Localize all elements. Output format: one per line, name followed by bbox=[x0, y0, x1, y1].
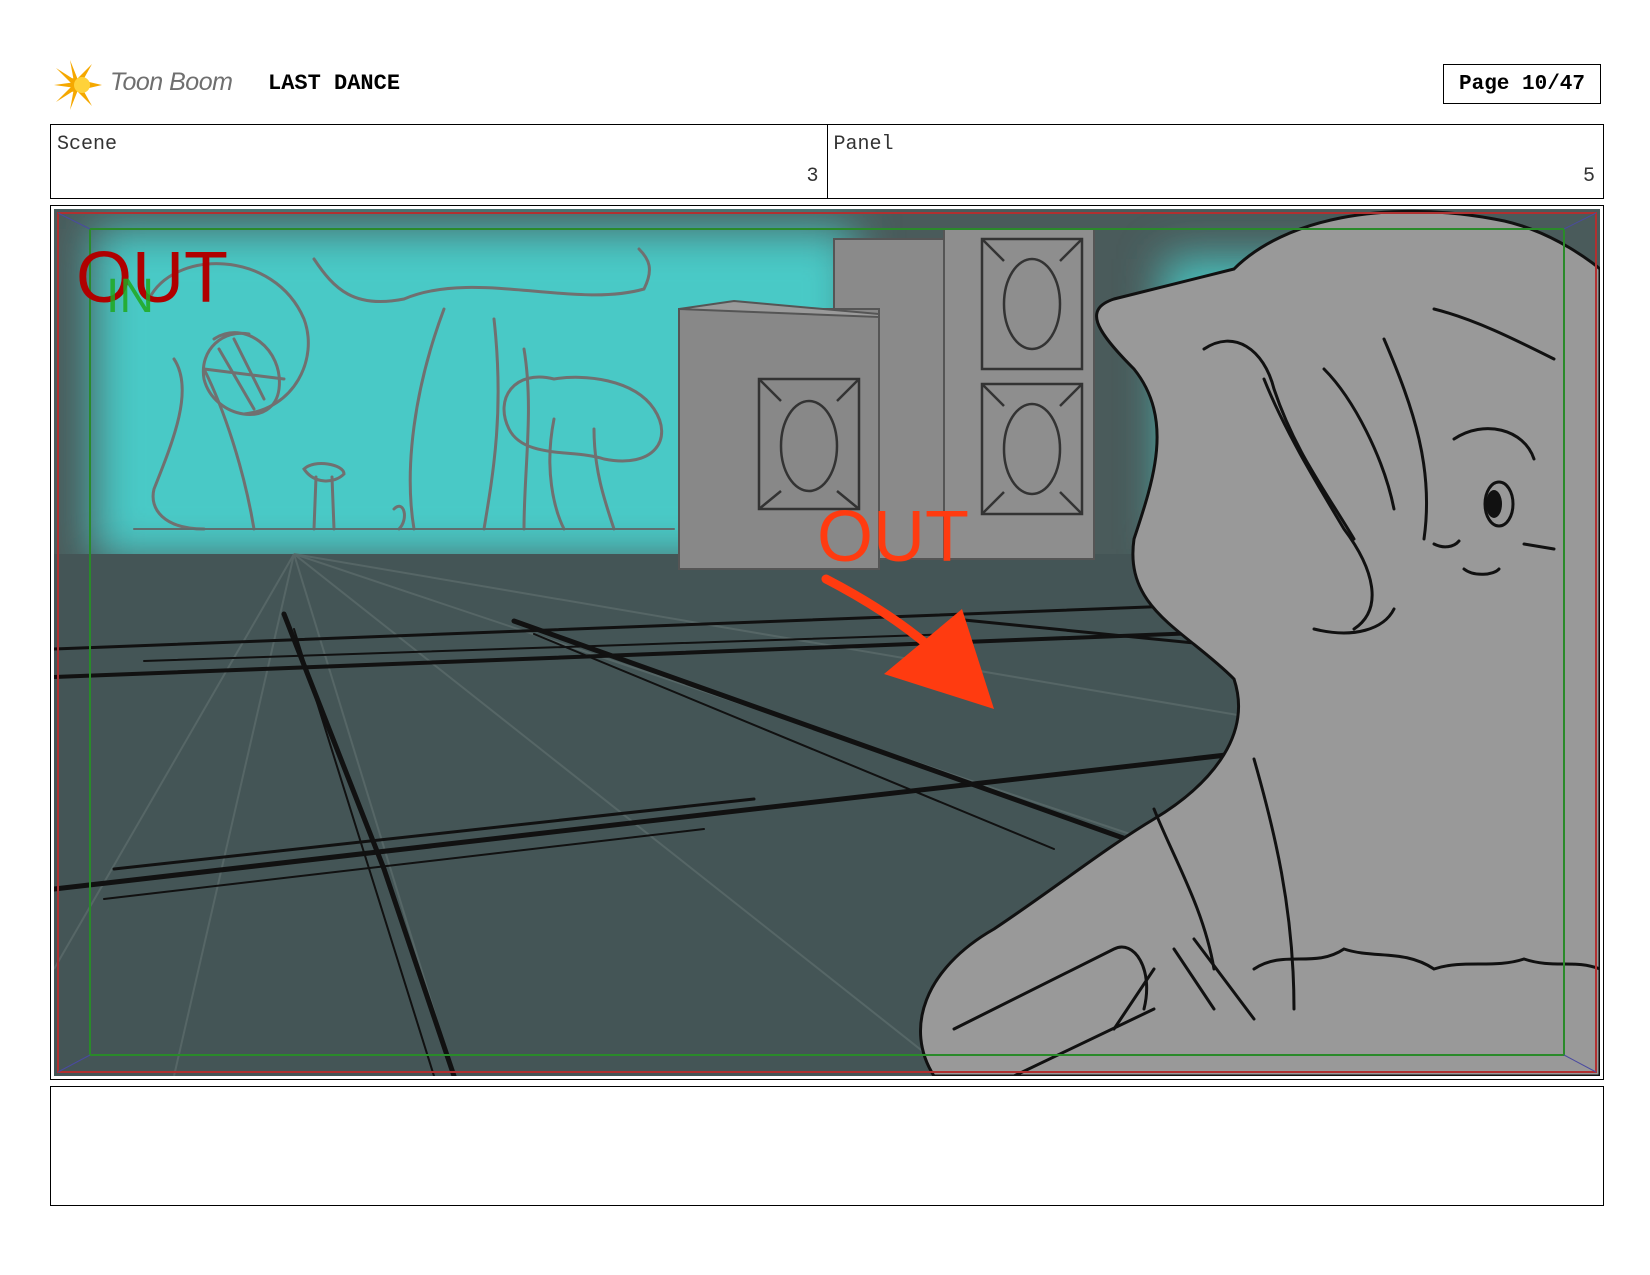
storyboard-panel-frame: OUT IN OUT bbox=[50, 205, 1604, 1080]
out-label-mid: OUT bbox=[817, 497, 969, 577]
scene-label: Scene bbox=[57, 133, 118, 156]
scene-value: 3 bbox=[806, 165, 819, 188]
panel-value: 5 bbox=[1582, 165, 1595, 188]
brand-name: Toon Boom bbox=[110, 68, 233, 96]
in-label-top: IN bbox=[106, 270, 154, 323]
panel-cell: Panel 5 bbox=[826, 125, 1604, 198]
page-indicator: Page 10/47 bbox=[1443, 64, 1601, 104]
scene-cell: Scene 3 bbox=[51, 125, 827, 198]
project-title: LAST DANCE bbox=[268, 71, 401, 96]
storyboard-panel-drawing: OUT IN OUT bbox=[54, 209, 1600, 1076]
toon-boom-logo-icon bbox=[54, 60, 102, 110]
scene-panel-info: Scene 3 Panel 5 bbox=[50, 124, 1604, 199]
panel-label: Panel bbox=[833, 133, 894, 156]
panel-notes-box bbox=[50, 1086, 1604, 1206]
